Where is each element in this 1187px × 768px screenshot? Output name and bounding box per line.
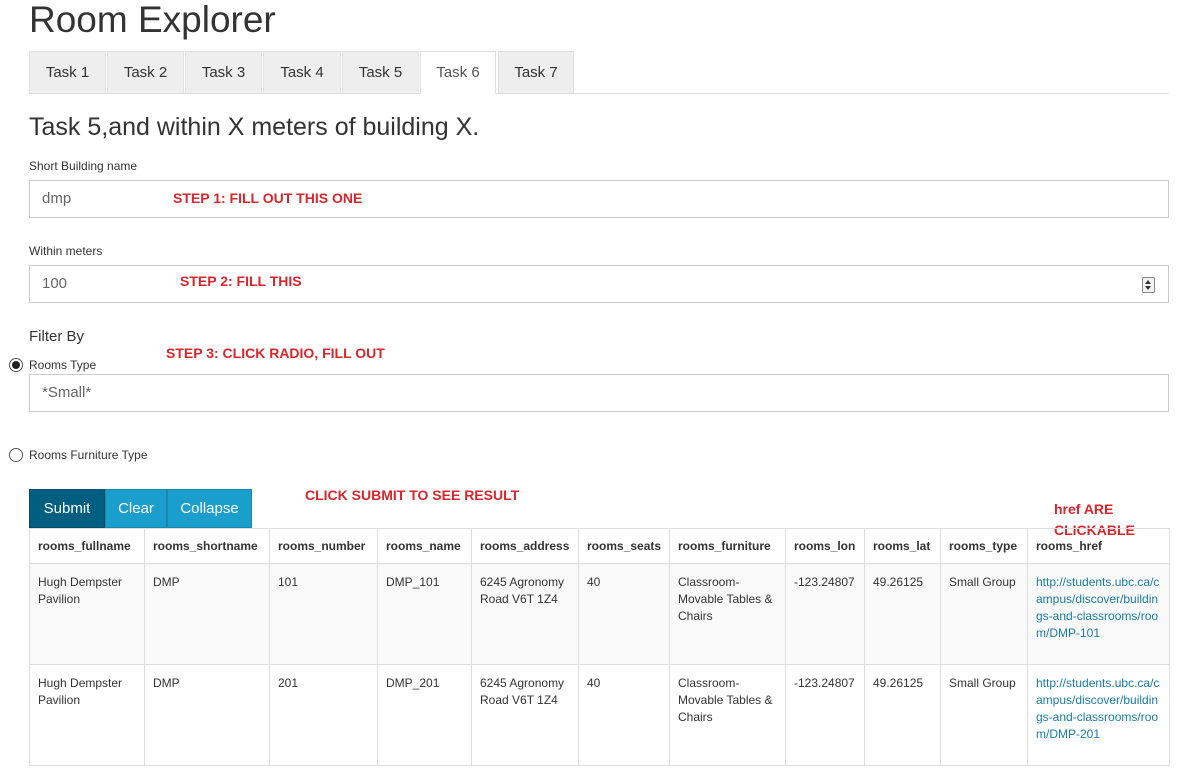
collapse-button[interactable]: Collapse: [167, 489, 252, 528]
cell-href: http://students.ubc.ca/campus/discover/b…: [1027, 664, 1170, 766]
submit-button[interactable]: Submit: [29, 489, 105, 528]
cell-number: 201: [269, 664, 378, 766]
rooms-type-radio[interactable]: [9, 358, 23, 372]
cell-lon: -123.24807: [785, 664, 865, 766]
col-header-lon: rooms_lon: [785, 528, 865, 564]
table-header-row: rooms_fullname rooms_shortname rooms_num…: [29, 528, 1170, 564]
table-row: Hugh Dempster Pavilion DMP 101 DMP_101 6…: [29, 563, 1170, 665]
tab-task-6[interactable]: Task 6: [420, 51, 496, 94]
rooms-type-input[interactable]: *Small*: [29, 374, 1169, 412]
rooms-furniture-option[interactable]: Rooms Furniture Type: [9, 447, 148, 463]
col-header-name: rooms_name: [377, 528, 472, 564]
col-header-href: rooms_href: [1027, 528, 1170, 564]
cell-name: DMP_201: [377, 664, 472, 766]
room-href-link[interactable]: http://students.ubc.ca/campus/discover/b…: [1036, 575, 1159, 640]
rooms-type-label: Rooms Type: [29, 358, 97, 372]
cell-fullname: Hugh Dempster Pavilion: [29, 664, 145, 766]
spinner-down-icon[interactable]: [1145, 286, 1151, 290]
tab-task-5[interactable]: Task 5: [342, 51, 419, 93]
rooms-type-option[interactable]: Rooms Type: [9, 357, 96, 373]
cell-href: http://students.ubc.ca/campus/discover/b…: [1027, 563, 1170, 665]
task-heading: Task 5,and within X meters of building X…: [29, 113, 480, 141]
building-input-value: dmp: [42, 190, 72, 207]
table-row: Hugh Dempster Pavilion DMP 201 DMP_201 6…: [29, 664, 1170, 766]
cell-lat: 49.26125: [864, 664, 941, 766]
cell-name: DMP_101: [377, 563, 472, 665]
cell-type: Small Group: [940, 664, 1028, 766]
cell-furniture: Classroom-Movable Tables & Chairs: [669, 563, 786, 665]
col-header-fullname: rooms_fullname: [29, 528, 145, 564]
rooms-furniture-label: Rooms Furniture Type: [29, 448, 148, 462]
submit-note: CLICK SUBMIT TO SEE RESULT: [305, 487, 520, 503]
meters-input-value: 100: [42, 275, 68, 292]
building-label: Short Building name: [29, 159, 138, 173]
task-tabs: Task 1 Task 2 Task 3 Task 4 Task 5 Task …: [29, 51, 1169, 94]
cell-number: 101: [269, 563, 378, 665]
step-2-note: STEP 2: FILL THIS: [180, 273, 302, 289]
col-header-type: rooms_type: [940, 528, 1028, 564]
step-1-note: STEP 1: FILL OUT THIS ONE: [173, 190, 363, 206]
number-spinner[interactable]: [1142, 277, 1155, 293]
tab-task-7[interactable]: Task 7: [498, 51, 574, 93]
filter-label: Filter By: [29, 328, 85, 345]
col-header-address: rooms_address: [471, 528, 579, 564]
rooms-type-input-value: *Small*: [42, 384, 92, 401]
cell-lon: -123.24807: [785, 563, 865, 665]
room-href-link[interactable]: http://students.ubc.ca/campus/discover/b…: [1036, 676, 1159, 741]
step-3-note: STEP 3: CLICK RADIO, FILL OUT: [166, 345, 385, 361]
app-title: Room Explorer: [29, 0, 276, 40]
meters-label: Within meters: [29, 244, 103, 258]
rooms-furniture-radio[interactable]: [9, 448, 23, 462]
cell-type: Small Group: [940, 563, 1028, 665]
cell-seats: 40: [578, 563, 670, 665]
spinner-up-icon[interactable]: [1145, 280, 1151, 284]
cell-address: 6245 Agronomy Road V6T 1Z4: [471, 664, 579, 766]
cell-lat: 49.26125: [864, 563, 941, 665]
col-header-seats: rooms_seats: [578, 528, 670, 564]
col-header-furniture: rooms_furniture: [669, 528, 786, 564]
tab-task-1[interactable]: Task 1: [29, 51, 106, 93]
cell-shortname: DMP: [144, 563, 270, 665]
col-header-shortname: rooms_shortname: [144, 528, 270, 564]
cell-address: 6245 Agronomy Road V6T 1Z4: [471, 563, 579, 665]
results-table: rooms_fullname rooms_shortname rooms_num…: [29, 528, 1170, 766]
clear-button[interactable]: Clear: [105, 489, 167, 528]
col-header-lat: rooms_lat: [864, 528, 941, 564]
cell-furniture: Classroom-Movable Tables & Chairs: [669, 664, 786, 766]
cell-fullname: Hugh Dempster Pavilion: [29, 563, 145, 665]
tab-task-2[interactable]: Task 2: [107, 51, 184, 93]
cell-seats: 40: [578, 664, 670, 766]
cell-shortname: DMP: [144, 664, 270, 766]
tab-task-4[interactable]: Task 4: [263, 51, 341, 93]
col-header-number: rooms_number: [269, 528, 378, 564]
tab-task-3[interactable]: Task 3: [185, 51, 262, 93]
